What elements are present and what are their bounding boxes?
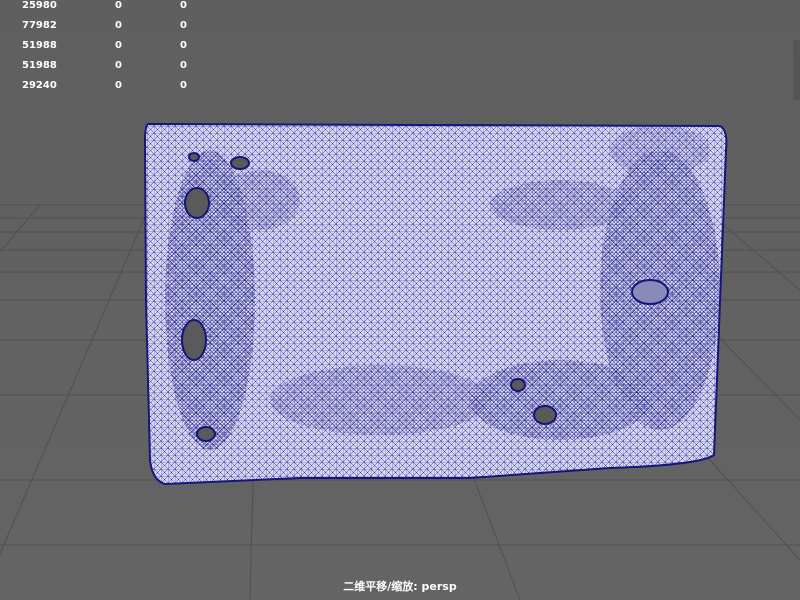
offscreen-object-edge (793, 40, 800, 100)
hud-row: 77982 0 0 (0, 20, 200, 40)
hud-col3: 0 (180, 80, 187, 91)
hud-col3: 0 (180, 20, 187, 31)
hud-row: 51988 0 0 (0, 40, 200, 60)
poly-count-hud: 25980 0 0 77982 0 0 51988 0 0 51988 0 0 … (0, 0, 200, 100)
hud-value: 25980 (22, 0, 57, 11)
mesh-object[interactable] (140, 120, 740, 490)
hud-col2: 0 (115, 20, 122, 31)
hud-row: 29240 0 0 (0, 80, 200, 100)
hud-value: 29240 (22, 80, 57, 91)
hud-row: 25980 0 0 (0, 0, 200, 20)
3d-viewport[interactable]: 25980 0 0 77982 0 0 51988 0 0 51988 0 0 … (0, 0, 800, 600)
hud-value: 77982 (22, 20, 57, 31)
hud-col2: 0 (115, 60, 122, 71)
hud-col3: 0 (180, 60, 187, 71)
hud-row: 51988 0 0 (0, 60, 200, 80)
camera-mode-label: 二维平移/缩放: persp (343, 580, 457, 593)
hud-col3: 0 (180, 40, 187, 51)
hud-col2: 0 (115, 80, 122, 91)
hud-value: 51988 (22, 40, 57, 51)
hud-value: 51988 (22, 60, 57, 71)
hud-col3: 0 (180, 0, 187, 11)
hud-col2: 0 (115, 40, 122, 51)
hud-col2: 0 (115, 0, 122, 11)
